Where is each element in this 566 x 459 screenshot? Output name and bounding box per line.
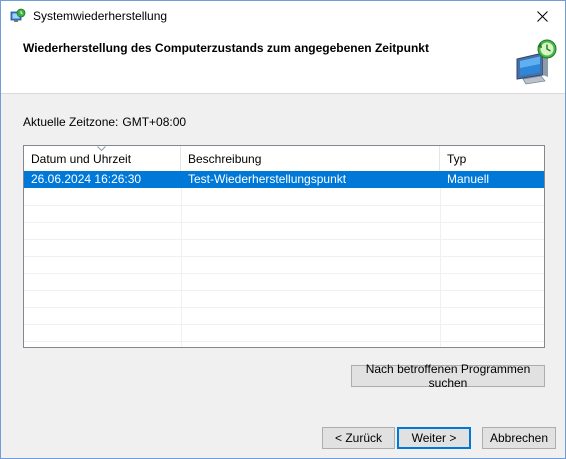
wizard-header: Wiederherstellung des Computerzustands z… [1, 32, 565, 94]
column-header-type[interactable]: Typ [440, 146, 544, 171]
timezone-label: Aktuelle Zeitzone: GMT+08:00 [23, 115, 186, 129]
list-header: Datum und Uhrzeit Beschreibung Typ [24, 146, 544, 171]
close-button[interactable] [519, 1, 565, 32]
restore-point-list[interactable]: Datum und Uhrzeit Beschreibung Typ 26.06… [23, 145, 545, 348]
next-button[interactable]: Weiter > [397, 427, 471, 449]
grid-line [24, 222, 544, 223]
grid-column-line [181, 188, 182, 347]
restore-point-type: Manuell [447, 172, 490, 186]
system-restore-window: Systemwiederherstellung Wiederherstellun… [0, 0, 566, 459]
column-header-date-label: Datum und Uhrzeit [31, 152, 132, 166]
grid-line [24, 239, 544, 240]
column-header-description[interactable]: Beschreibung [181, 146, 440, 171]
title-bar[interactable]: Systemwiederherstellung [1, 1, 565, 32]
scan-affected-programs-button[interactable]: Nach betroffenen Programmen suchen [351, 362, 545, 390]
grid-line [24, 324, 544, 325]
restore-point-description: Test-Wiederherstellungspunkt [188, 172, 347, 186]
grid-line [24, 205, 544, 206]
grid-line [24, 290, 544, 291]
grid-line [24, 256, 544, 257]
column-header-description-label: Beschreibung [188, 152, 262, 166]
timezone-caption: Aktuelle Zeitzone: [23, 115, 119, 129]
close-icon [536, 11, 548, 22]
column-header-date[interactable]: Datum und Uhrzeit [24, 146, 181, 171]
timezone-value: GMT+08:00 [122, 115, 187, 129]
grid-line [24, 273, 544, 274]
table-row[interactable]: 26.06.2024 16:26:30 Test-Wiederherstellu… [24, 171, 544, 188]
grid-column-line [440, 188, 441, 347]
sort-indicator-icon [97, 146, 106, 151]
cancel-button[interactable]: Abbrechen [482, 427, 556, 449]
back-button[interactable]: < Zurück [322, 427, 395, 449]
computer-restore-icon [513, 37, 561, 85]
grid-line [24, 341, 544, 342]
column-header-type-label: Typ [447, 152, 467, 166]
restore-point-date: 26.06.2024 16:26:30 [31, 172, 142, 186]
grid-line [24, 307, 544, 308]
system-restore-icon [10, 8, 26, 24]
page-title: Wiederherstellung des Computerzustands z… [23, 41, 429, 55]
window-title: Systemwiederherstellung [33, 9, 168, 23]
